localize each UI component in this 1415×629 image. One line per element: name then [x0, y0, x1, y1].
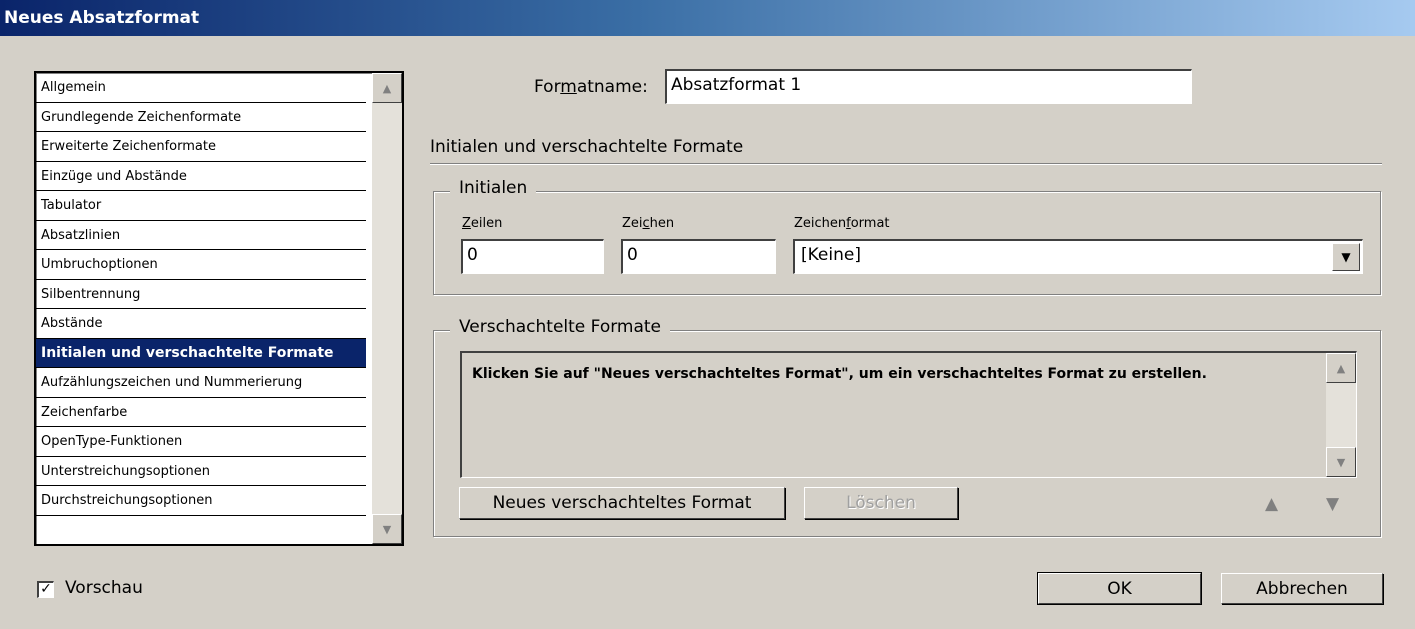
category-item[interactable]: Erweiterte Zeichenformate: [36, 132, 366, 162]
move-down-triangle-icon[interactable]: ▼: [1326, 494, 1339, 514]
chars-label: Zeichen: [622, 216, 674, 231]
preview-label: Vorschau: [65, 578, 143, 598]
cancel-button[interactable]: Abbrechen: [1221, 573, 1383, 604]
category-list-items: Allgemein Grundlegende Zeichenformate Erwe…: [36, 73, 366, 516]
nested-legend: Verschachtelte Formate: [450, 317, 671, 337]
category-item[interactable]: Aufzählungszeichen und Nummerierung: [36, 368, 366, 398]
category-item[interactable]: Umbruchoptionen: [36, 250, 366, 280]
lines-label-rest: eilen: [470, 216, 503, 231]
checkmark-icon: ✓: [40, 581, 52, 597]
charformat-select[interactable]: [Keine] ▼: [793, 239, 1363, 274]
lines-value: 0: [467, 245, 478, 265]
section-title: Initialen und verschachtelte Formate: [430, 137, 744, 157]
category-item[interactable]: Abstände: [36, 309, 366, 339]
window-titlebar[interactable]: Neues Absatzformat: [0, 0, 1415, 36]
category-item[interactable]: Silbentrennung: [36, 280, 366, 309]
nested-scroll-up-button[interactable]: ▲: [1326, 353, 1356, 383]
category-list-scrollbar[interactable]: ▲ ▼: [372, 73, 402, 544]
category-item[interactable]: Zeichenfarbe: [36, 398, 366, 427]
nested-scroll-down-button[interactable]: ▼: [1326, 447, 1356, 477]
category-item[interactable]: Tabulator: [36, 191, 366, 221]
lines-label: Zeilen: [462, 216, 502, 231]
scroll-up-button[interactable]: ▲: [372, 73, 402, 103]
scroll-down-button[interactable]: ▼: [372, 514, 402, 544]
dropdown-arrow-icon: ▼: [1341, 250, 1351, 264]
window-title: Neues Absatzformat: [4, 8, 200, 28]
lines-input[interactable]: 0: [461, 239, 604, 274]
chars-value: 0: [627, 245, 638, 265]
formatname-label-pre: For: [534, 77, 561, 97]
lines-label-accel: Z: [462, 216, 471, 231]
charformat-label-post: ormat: [850, 216, 890, 231]
section-divider: [430, 163, 1382, 165]
new-nested-format-button[interactable]: Neues verschachteltes Format: [459, 487, 785, 519]
nested-formats-list[interactable]: Klicken Sie auf "Neues verschachteltes F…: [460, 351, 1357, 478]
category-item[interactable]: Unterstreichungsoptionen: [36, 457, 366, 486]
chars-input[interactable]: 0: [621, 239, 776, 274]
category-item[interactable]: Durchstreichungsoptionen: [36, 486, 366, 516]
category-item[interactable]: Absatzlinien: [36, 221, 366, 250]
formatname-input[interactable]: Absatzformat 1: [665, 69, 1192, 104]
category-item[interactable]: Einzüge und Abstände: [36, 162, 366, 191]
category-item[interactable]: Grundlegende Zeichenformate: [36, 103, 366, 132]
charformat-dropdown-button[interactable]: ▼: [1332, 243, 1360, 271]
charformat-value: [Keine]: [801, 245, 861, 265]
formatname-label-accel: m: [560, 77, 577, 97]
formatname-label: Formatname:: [534, 77, 648, 97]
formatname-label-post: atname:: [576, 77, 648, 97]
chars-label-post: hen: [649, 216, 675, 231]
chars-label-accel: c: [642, 216, 650, 231]
scroll-down-arrow-icon: ▼: [1336, 455, 1346, 469]
category-item[interactable]: Initialen und verschachtelte Formate: [36, 338, 366, 368]
initials-legend: Initialen: [450, 178, 537, 198]
move-up-triangle-icon[interactable]: ▲: [1265, 494, 1278, 514]
delete-button[interactable]: Löschen: [804, 487, 958, 519]
ok-button[interactable]: OK: [1037, 572, 1202, 605]
nested-list-scrollbar[interactable]: ▲ ▼: [1326, 353, 1356, 477]
charformat-label: Zeichenformat: [794, 216, 890, 231]
category-item[interactable]: OpenType-Funktionen: [36, 427, 366, 457]
preview-checkbox[interactable]: ✓: [37, 581, 54, 598]
scroll-up-arrow-icon: ▲: [382, 81, 392, 95]
chars-label-pre: Zei: [622, 216, 643, 231]
category-item[interactable]: Allgemein: [36, 73, 366, 103]
nested-hint-text: Klicken Sie auf "Neues verschachteltes F…: [472, 366, 1207, 382]
formatname-value: Absatzformat 1: [671, 75, 802, 95]
scroll-up-arrow-icon: ▲: [1336, 361, 1346, 375]
scroll-down-arrow-icon: ▼: [382, 522, 392, 536]
charformat-label-pre: Zeichen: [794, 216, 847, 231]
category-list[interactable]: Allgemein Grundlegende Zeichenformate Erwe…: [34, 71, 404, 546]
